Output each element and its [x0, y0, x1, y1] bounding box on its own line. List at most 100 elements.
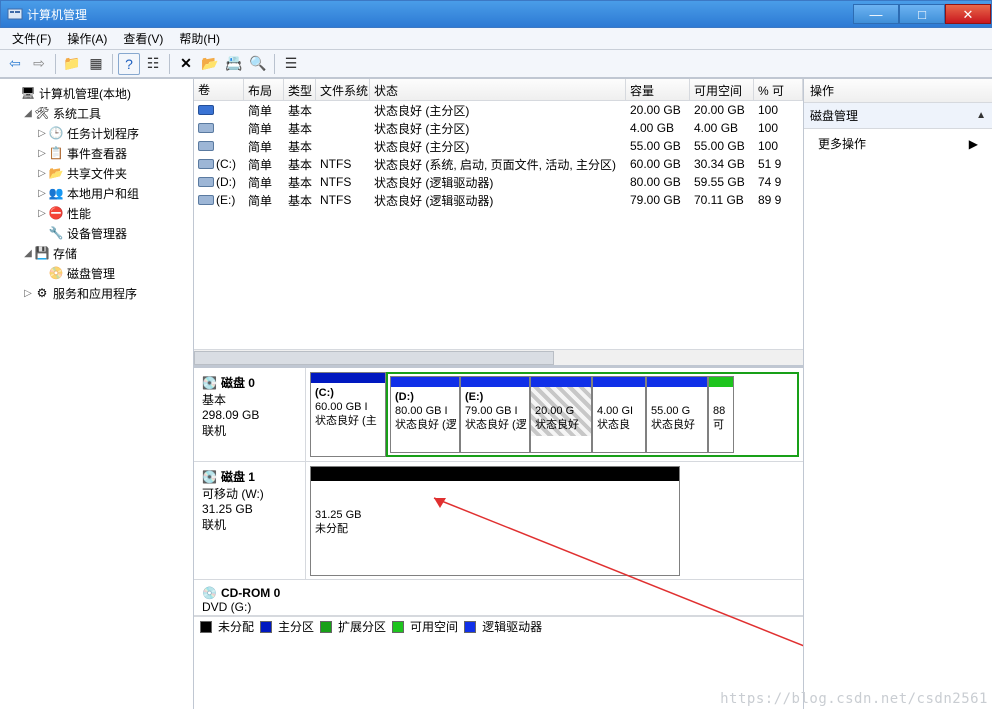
drive-icon — [198, 105, 214, 115]
drive-icon — [198, 177, 214, 187]
disk0-part-55g[interactable]: 55.00 G状态良好 — [646, 376, 708, 453]
help-button[interactable]: ? — [118, 53, 140, 75]
disk0-row[interactable]: 💽磁盘 0 基本 298.09 GB 联机 (C:)60.00 GB I状态良好… — [194, 368, 803, 462]
tree-services[interactable]: ▷⚙服务和应用程序 — [2, 283, 191, 303]
legend-free-swatch — [392, 621, 404, 633]
cdrom-meta: 💿CD-ROM 0 DVD (G:) — [194, 580, 794, 615]
properties-button[interactable]: 📇 — [223, 53, 245, 75]
menu-action[interactable]: 操作(A) — [59, 28, 115, 49]
watermark: https://blog.csdn.net/csdn2561 — [720, 691, 988, 707]
forward-button[interactable]: ⇨ — [28, 53, 50, 75]
maximize-button[interactable]: □ — [899, 4, 945, 24]
tree-eventviewer[interactable]: ▷📋事件查看器 — [2, 143, 191, 163]
disk-graphical-pane: 💽磁盘 0 基本 298.09 GB 联机 (C:)60.00 GB I状态良好… — [194, 365, 803, 709]
views-button[interactable]: ▦ — [85, 53, 107, 75]
services-icon: ⚙ — [34, 285, 50, 301]
find-button[interactable]: 🔍 — [247, 53, 269, 75]
perf-icon: ⛔ — [48, 205, 64, 221]
volume-row[interactable]: 简单基本状态良好 (主分区)55.00 GB55.00 GB100 — [194, 137, 803, 155]
tree-storage[interactable]: ◢💾存储 — [2, 243, 191, 263]
horizontal-scrollbar[interactable] — [194, 349, 803, 365]
tree-systools[interactable]: ◢🛠系统工具 — [2, 103, 191, 123]
window-title: 计算机管理 — [27, 6, 87, 23]
disk0-extended: (D:)80.00 GB I状态良好 (逻 (E:)79.00 GB I状态良好… — [386, 372, 799, 457]
volume-list[interactable]: 简单基本状态良好 (主分区)20.00 GB20.00 GB100简单基本状态良… — [194, 101, 803, 209]
volume-row[interactable]: (D:)简单基本NTFS状态良好 (逻辑驱动器)80.00 GB59.55 GB… — [194, 173, 803, 191]
tree-users[interactable]: ▷👥本地用户和组 — [2, 183, 191, 203]
legend: 未分配 主分区 扩展分区 可用空间 逻辑驱动器 — [194, 616, 803, 636]
collapse-icon: ▲ — [976, 110, 986, 121]
tree-devmgr[interactable]: 🔧设备管理器 — [2, 223, 191, 243]
actions-more[interactable]: 更多操作▶ — [804, 129, 992, 158]
menu-file[interactable]: 文件(F) — [4, 28, 59, 49]
col-fs[interactable]: 文件系统 — [316, 79, 370, 100]
minimize-button[interactable]: — — [853, 4, 899, 24]
legend-primary-swatch — [260, 621, 272, 633]
close-button[interactable]: ✕ — [945, 4, 991, 24]
users-icon: 👥 — [48, 185, 64, 201]
title-bar: 计算机管理 — □ ✕ — [0, 0, 992, 28]
actions-pane: 操作 磁盘管理▲ 更多操作▶ — [804, 79, 992, 709]
ext-button[interactable]: ☰ — [280, 53, 302, 75]
legend-logical-label: 逻辑驱动器 — [482, 618, 542, 635]
tree-shared[interactable]: ▷📂共享文件夹 — [2, 163, 191, 183]
disk0-part-c[interactable]: (C:)60.00 GB I状态良好 (主 — [310, 372, 386, 457]
volume-row[interactable]: (C:)简单基本NTFS状态良好 (系统, 启动, 页面文件, 活动, 主分区)… — [194, 155, 803, 173]
legend-primary-label: 主分区 — [278, 618, 314, 635]
disk0-free[interactable]: 88可 — [708, 376, 734, 453]
back-button[interactable]: ⇦ — [4, 53, 26, 75]
volume-row[interactable]: (E:)简单基本NTFS状态良好 (逻辑驱动器)79.00 GB70.11 GB… — [194, 191, 803, 209]
toolbar: ⇦ ⇨ 📁 ▦ ? ☷ ✕ 📂 📇 🔍 ☰ — [0, 50, 992, 78]
delete-button[interactable]: ✕ — [175, 53, 197, 75]
col-status[interactable]: 状态 — [370, 79, 626, 100]
legend-unalloc-swatch — [200, 621, 212, 633]
drive-icon — [198, 195, 214, 205]
actions-header: 操作 — [804, 79, 992, 103]
volume-row[interactable]: 简单基本状态良好 (主分区)20.00 GB20.00 GB100 — [194, 101, 803, 119]
col-capacity[interactable]: 容量 — [626, 79, 690, 100]
up-folder-button[interactable]: 📁 — [61, 53, 83, 75]
disk-icon: 📀 — [48, 265, 64, 281]
share-icon: 📂 — [48, 165, 64, 181]
tree-scheduler[interactable]: ▷🕒任务计划程序 — [2, 123, 191, 143]
app-icon — [7, 6, 23, 22]
tools-icon: 🛠 — [34, 105, 50, 121]
col-volume[interactable]: 卷 — [194, 79, 244, 100]
legend-unalloc-label: 未分配 — [218, 618, 254, 635]
tree-perf[interactable]: ▷⛔性能 — [2, 203, 191, 223]
legend-logical-swatch — [464, 621, 476, 633]
disk1-unallocated[interactable]: 31.25 GB未分配 — [310, 466, 680, 576]
col-pct[interactable]: % 可 — [754, 79, 803, 100]
drive-icon — [198, 141, 214, 151]
disk0-part-4g[interactable]: 4.00 GI状态良 — [592, 376, 646, 453]
col-layout[interactable]: 布局 — [244, 79, 284, 100]
open-button[interactable]: 📂 — [199, 53, 221, 75]
volume-header[interactable]: 卷 布局 类型 文件系统 状态 容量 可用空间 % 可 — [194, 79, 803, 101]
menu-bar: 文件(F) 操作(A) 查看(V) 帮助(H) — [0, 28, 992, 50]
disk0-part-20g[interactable]: 20.00 G状态良好 — [530, 376, 592, 453]
event-icon: 📋 — [48, 145, 64, 161]
legend-ext-swatch — [320, 621, 332, 633]
tree-root[interactable]: 🖥计算机管理(本地) — [2, 83, 191, 103]
drive-icon — [198, 159, 214, 169]
col-free[interactable]: 可用空间 — [690, 79, 754, 100]
disk0-meta: 💽磁盘 0 基本 298.09 GB 联机 — [194, 368, 306, 461]
cdrom-row[interactable]: 💿CD-ROM 0 DVD (G:) — [194, 580, 803, 616]
navigation-tree[interactable]: 🖥计算机管理(本地) ◢🛠系统工具 ▷🕒任务计划程序 ▷📋事件查看器 ▷📂共享文… — [0, 79, 194, 709]
disk0-part-d[interactable]: (D:)80.00 GB I状态良好 (逻 — [390, 376, 460, 453]
disk1-row[interactable]: 💽磁盘 1 可移动 (W:) 31.25 GB 联机 31.25 GB未分配 — [194, 462, 803, 580]
sheet-button[interactable]: ☷ — [142, 53, 164, 75]
disk1-meta: 💽磁盘 1 可移动 (W:) 31.25 GB 联机 — [194, 462, 306, 579]
chevron-right-icon: ▶ — [969, 137, 978, 151]
menu-view[interactable]: 查看(V) — [115, 28, 171, 49]
menu-help[interactable]: 帮助(H) — [171, 28, 228, 49]
storage-icon: 💾 — [34, 245, 50, 261]
volume-row[interactable]: 简单基本状态良好 (主分区)4.00 GB4.00 GB100 — [194, 119, 803, 137]
actions-section-diskmgmt[interactable]: 磁盘管理▲ — [804, 103, 992, 129]
col-type[interactable]: 类型 — [284, 79, 316, 100]
disk-icon: 💽 — [202, 376, 217, 390]
disk0-part-e[interactable]: (E:)79.00 GB I状态良好 (逻 — [460, 376, 530, 453]
scrollbar-thumb[interactable] — [194, 351, 554, 365]
tree-diskmgmt[interactable]: 📀磁盘管理 — [2, 263, 191, 283]
legend-free-label: 可用空间 — [410, 618, 458, 635]
